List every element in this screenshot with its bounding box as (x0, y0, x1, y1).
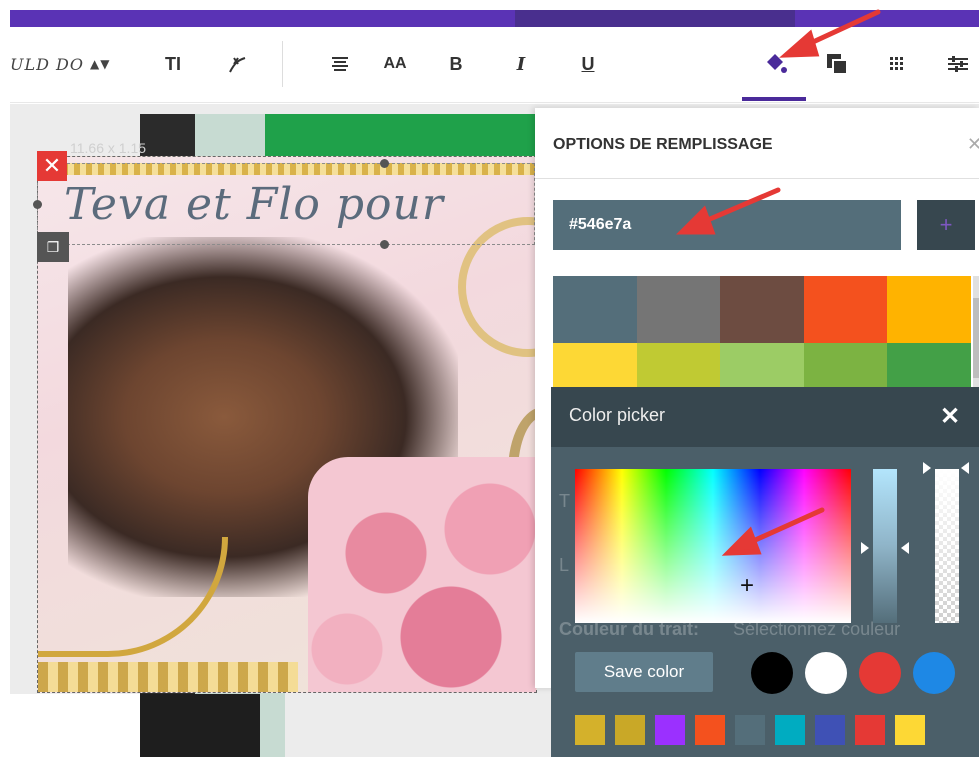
hex-color-input[interactable]: #546e7a (553, 200, 901, 250)
preset-swatch[interactable] (815, 715, 845, 745)
color-spectrum[interactable]: + (575, 469, 851, 623)
preset-swatch[interactable] (695, 715, 725, 745)
toolbar: ULD DO ▲▼ TΙ AA B I U (10, 27, 979, 103)
slider-pointer-icon[interactable] (961, 462, 969, 474)
toolbar-divider (282, 41, 283, 87)
gold-border (38, 662, 298, 692)
slider-pointer-icon[interactable] (901, 542, 909, 554)
preset-swatch[interactable] (775, 715, 805, 745)
color-swatch[interactable] (720, 276, 804, 343)
color-picker-dialog: Color picker ✕ T L Couleur du trait: Sél… (551, 387, 979, 757)
underline-button[interactable]: U (575, 49, 601, 79)
top-bar (10, 10, 979, 27)
color-layers-icon[interactable] (820, 49, 854, 79)
resize-handle[interactable] (380, 159, 389, 168)
text-curve-icon[interactable] (220, 49, 254, 79)
text-tool-icon[interactable]: TΙ (158, 49, 188, 79)
hidden-label: T (559, 491, 570, 511)
top-bar-overlay (515, 10, 795, 27)
preset-white[interactable] (805, 652, 847, 694)
resize-handle[interactable] (380, 240, 389, 249)
italic-button[interactable]: I (508, 49, 534, 79)
color-swatch[interactable] (636, 276, 721, 343)
color-picker-title: Color picker (569, 405, 666, 425)
roses-decoration (308, 457, 536, 692)
preset-black[interactable] (751, 652, 793, 694)
duplicate-icon[interactable]: ❐ (37, 232, 69, 262)
text-selection-box[interactable] (37, 163, 535, 245)
close-icon[interactable]: ✕ (935, 401, 965, 431)
hue-slider[interactable] (873, 469, 897, 623)
active-tab-indicator (742, 97, 806, 101)
add-color-button[interactable]: + (917, 200, 975, 250)
fill-bucket-icon[interactable] (757, 49, 793, 79)
slider-pointer-icon[interactable] (923, 462, 931, 474)
panel-close-icon[interactable]: ✕ (967, 134, 979, 155)
font-select-label: ULD DO (10, 54, 84, 74)
delete-element-icon[interactable]: ✕ (37, 151, 67, 181)
preset-swatch[interactable] (895, 715, 925, 745)
selection-dimensions: 11.66 x 1.15 (70, 140, 147, 156)
panel-title: OPTIONS DE REMPLISSAGE (553, 136, 773, 153)
sliders-icon[interactable] (940, 49, 976, 79)
preset-swatch[interactable] (735, 715, 765, 745)
preset-swatch[interactable] (575, 715, 605, 745)
background-strip (10, 694, 140, 757)
preset-swatch[interactable] (855, 715, 885, 745)
preset-swatch[interactable] (615, 715, 645, 745)
color-swatch[interactable] (887, 276, 971, 343)
slider-pointer-icon[interactable] (861, 542, 869, 554)
font-select[interactable]: ULD DO ▲▼ (10, 49, 120, 79)
color-swatch[interactable] (803, 276, 888, 343)
crosshair-icon[interactable]: + (740, 574, 754, 598)
preset-blue[interactable] (913, 652, 955, 694)
preset-swatch[interactable] (655, 715, 685, 745)
save-color-button[interactable]: Save color (575, 652, 713, 692)
hidden-label: L (559, 555, 570, 575)
preset-red[interactable] (859, 652, 901, 694)
resize-handle[interactable] (33, 200, 42, 209)
background-strip (140, 694, 260, 757)
text-case-icon[interactable]: AA (378, 49, 412, 79)
grid-icon[interactable] (882, 49, 912, 79)
scrollbar-thumb[interactable] (973, 298, 979, 378)
bold-button[interactable]: B (443, 49, 469, 79)
divider (535, 178, 979, 179)
color-swatch[interactable] (553, 276, 637, 343)
font-select-arrows-icon: ▲▼ (89, 57, 111, 71)
gold-swirl (38, 537, 228, 657)
alpha-slider[interactable] (935, 469, 959, 623)
align-icon[interactable] (325, 49, 355, 79)
